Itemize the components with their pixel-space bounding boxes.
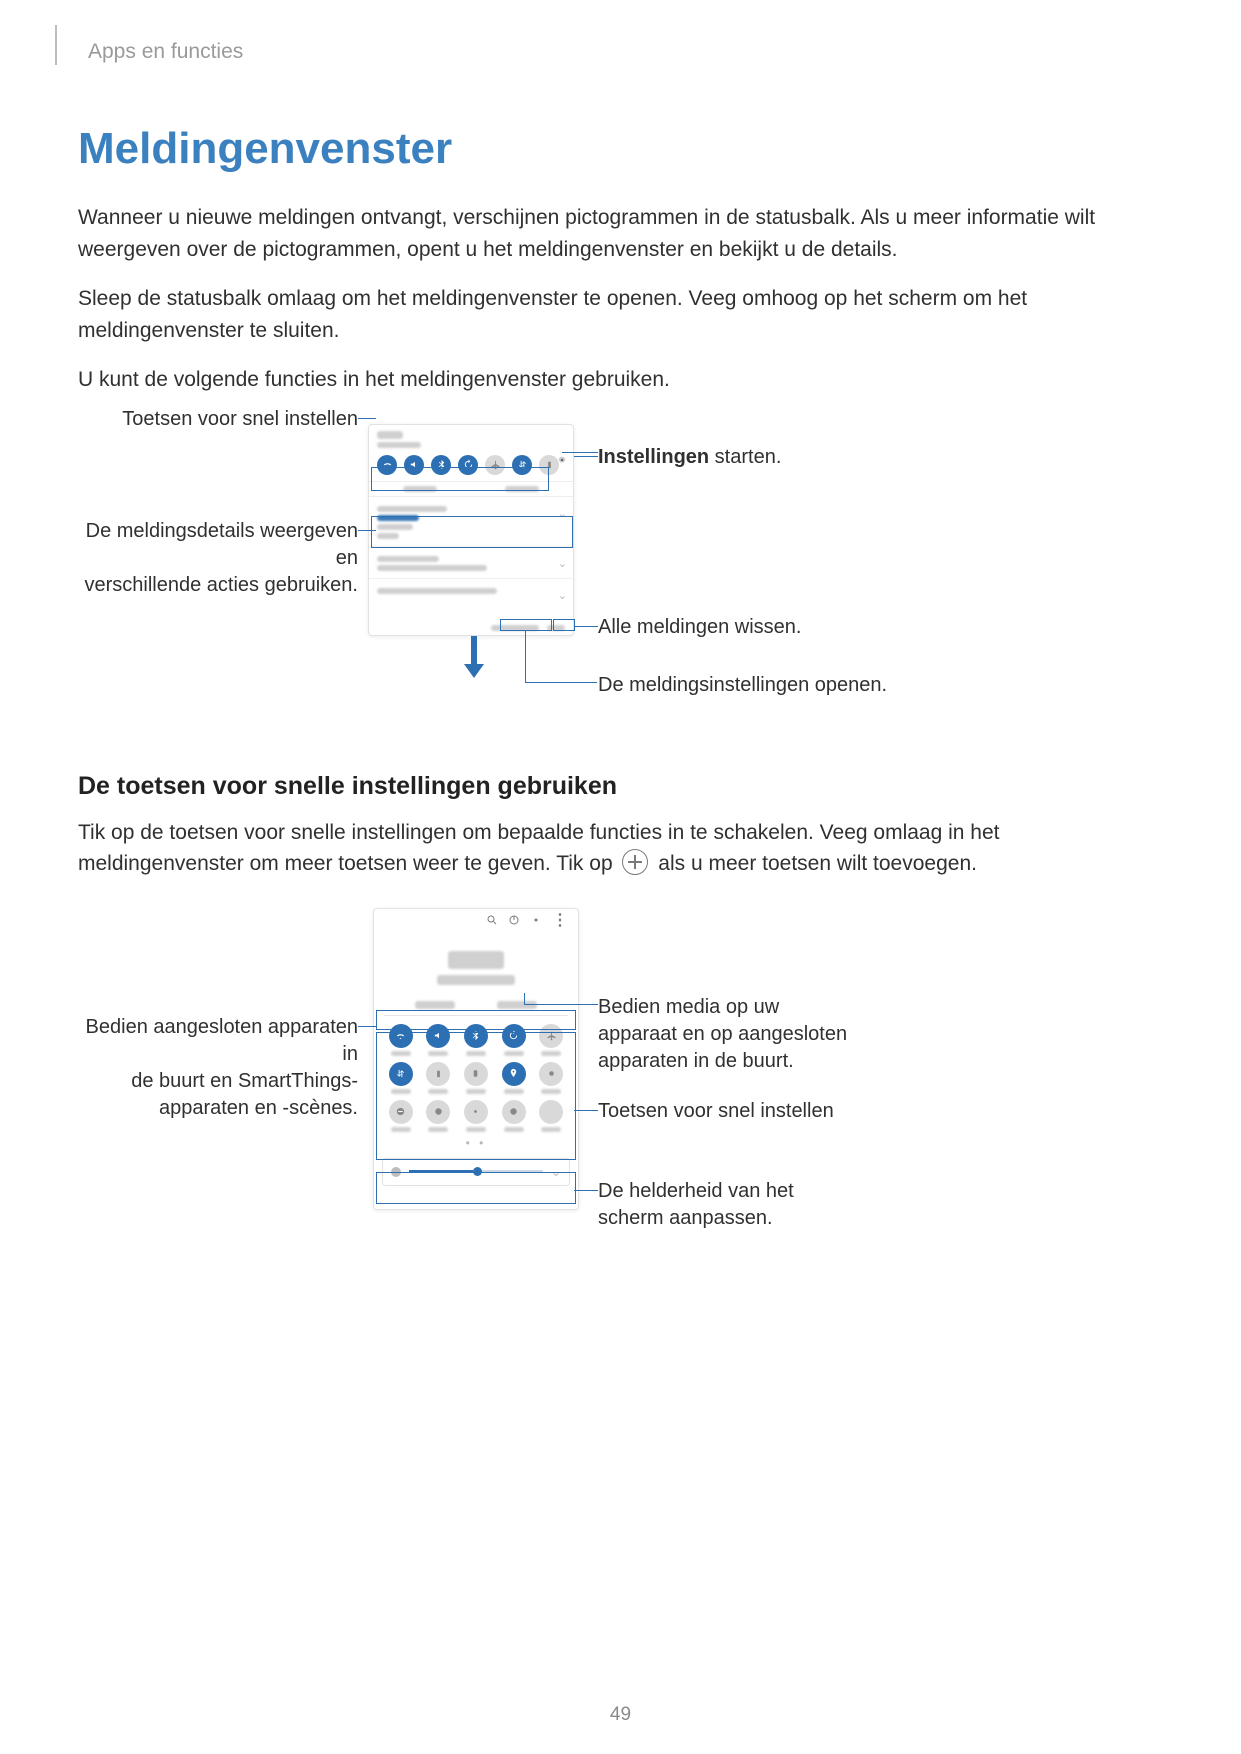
callout-adjust-brightness: De helderheid van het scherm aanpassen. [598,1178,858,1232]
notification-item-3: ⌄ [369,579,573,601]
gear-icon [557,455,567,465]
page-title: Meldingenvenster [78,124,1163,174]
page-number: 49 [0,1704,1241,1726]
callout-connected-devices: Bedien aangesloten apparaten in de buurt… [78,1014,358,1122]
power-icon [508,914,520,926]
callout-media-control: Bedien media op uw apparaat en op aanges… [598,994,858,1075]
swipe-down-arrow-icon [464,636,484,676]
callout-quick-settings-keys: Toetsen voor snel instellen [78,406,358,433]
gear-icon [530,914,542,926]
chevron-down-icon: ⌄ [558,589,567,602]
paragraph-4: Tik op de toetsen voor snelle instelling… [78,817,1163,880]
callout-start-settings: Instellingen starten. [598,444,781,471]
subheading-quick-settings: De toetsen voor snelle instellingen gebr… [78,772,1163,801]
more-icon: ⋮ [552,910,568,930]
figure-notification-panel: ⌄ ⌄ ⌄ Toetsen voor [78,414,1163,724]
paragraph-2: Sleep de statusbalk omlaag om het meldin… [78,283,1163,346]
search-icon [486,914,498,926]
section-header: Apps en functies [78,40,1163,64]
callout-quick-settings-keys-2: Toetsen voor snel instellen [598,1098,834,1125]
paragraph-3: U kunt de volgende functies in het meldi… [78,364,1163,396]
notification-item-2: ⌄ [369,547,573,579]
paragraph-1: Wanneer u nieuwe meldingen ontvangt, ver… [78,202,1163,265]
plus-circle-icon [622,849,648,875]
callout-notification-details: De meldingsdetails weergeven en verschil… [78,518,358,599]
callout-clear-notifications: Alle meldingen wissen. [598,614,801,641]
figure-quick-settings-expanded: ⋮ [78,908,1163,1238]
callout-open-notification-settings: De meldingsinstellingen openen. [598,672,887,699]
chevron-down-icon: ⌄ [558,557,567,570]
